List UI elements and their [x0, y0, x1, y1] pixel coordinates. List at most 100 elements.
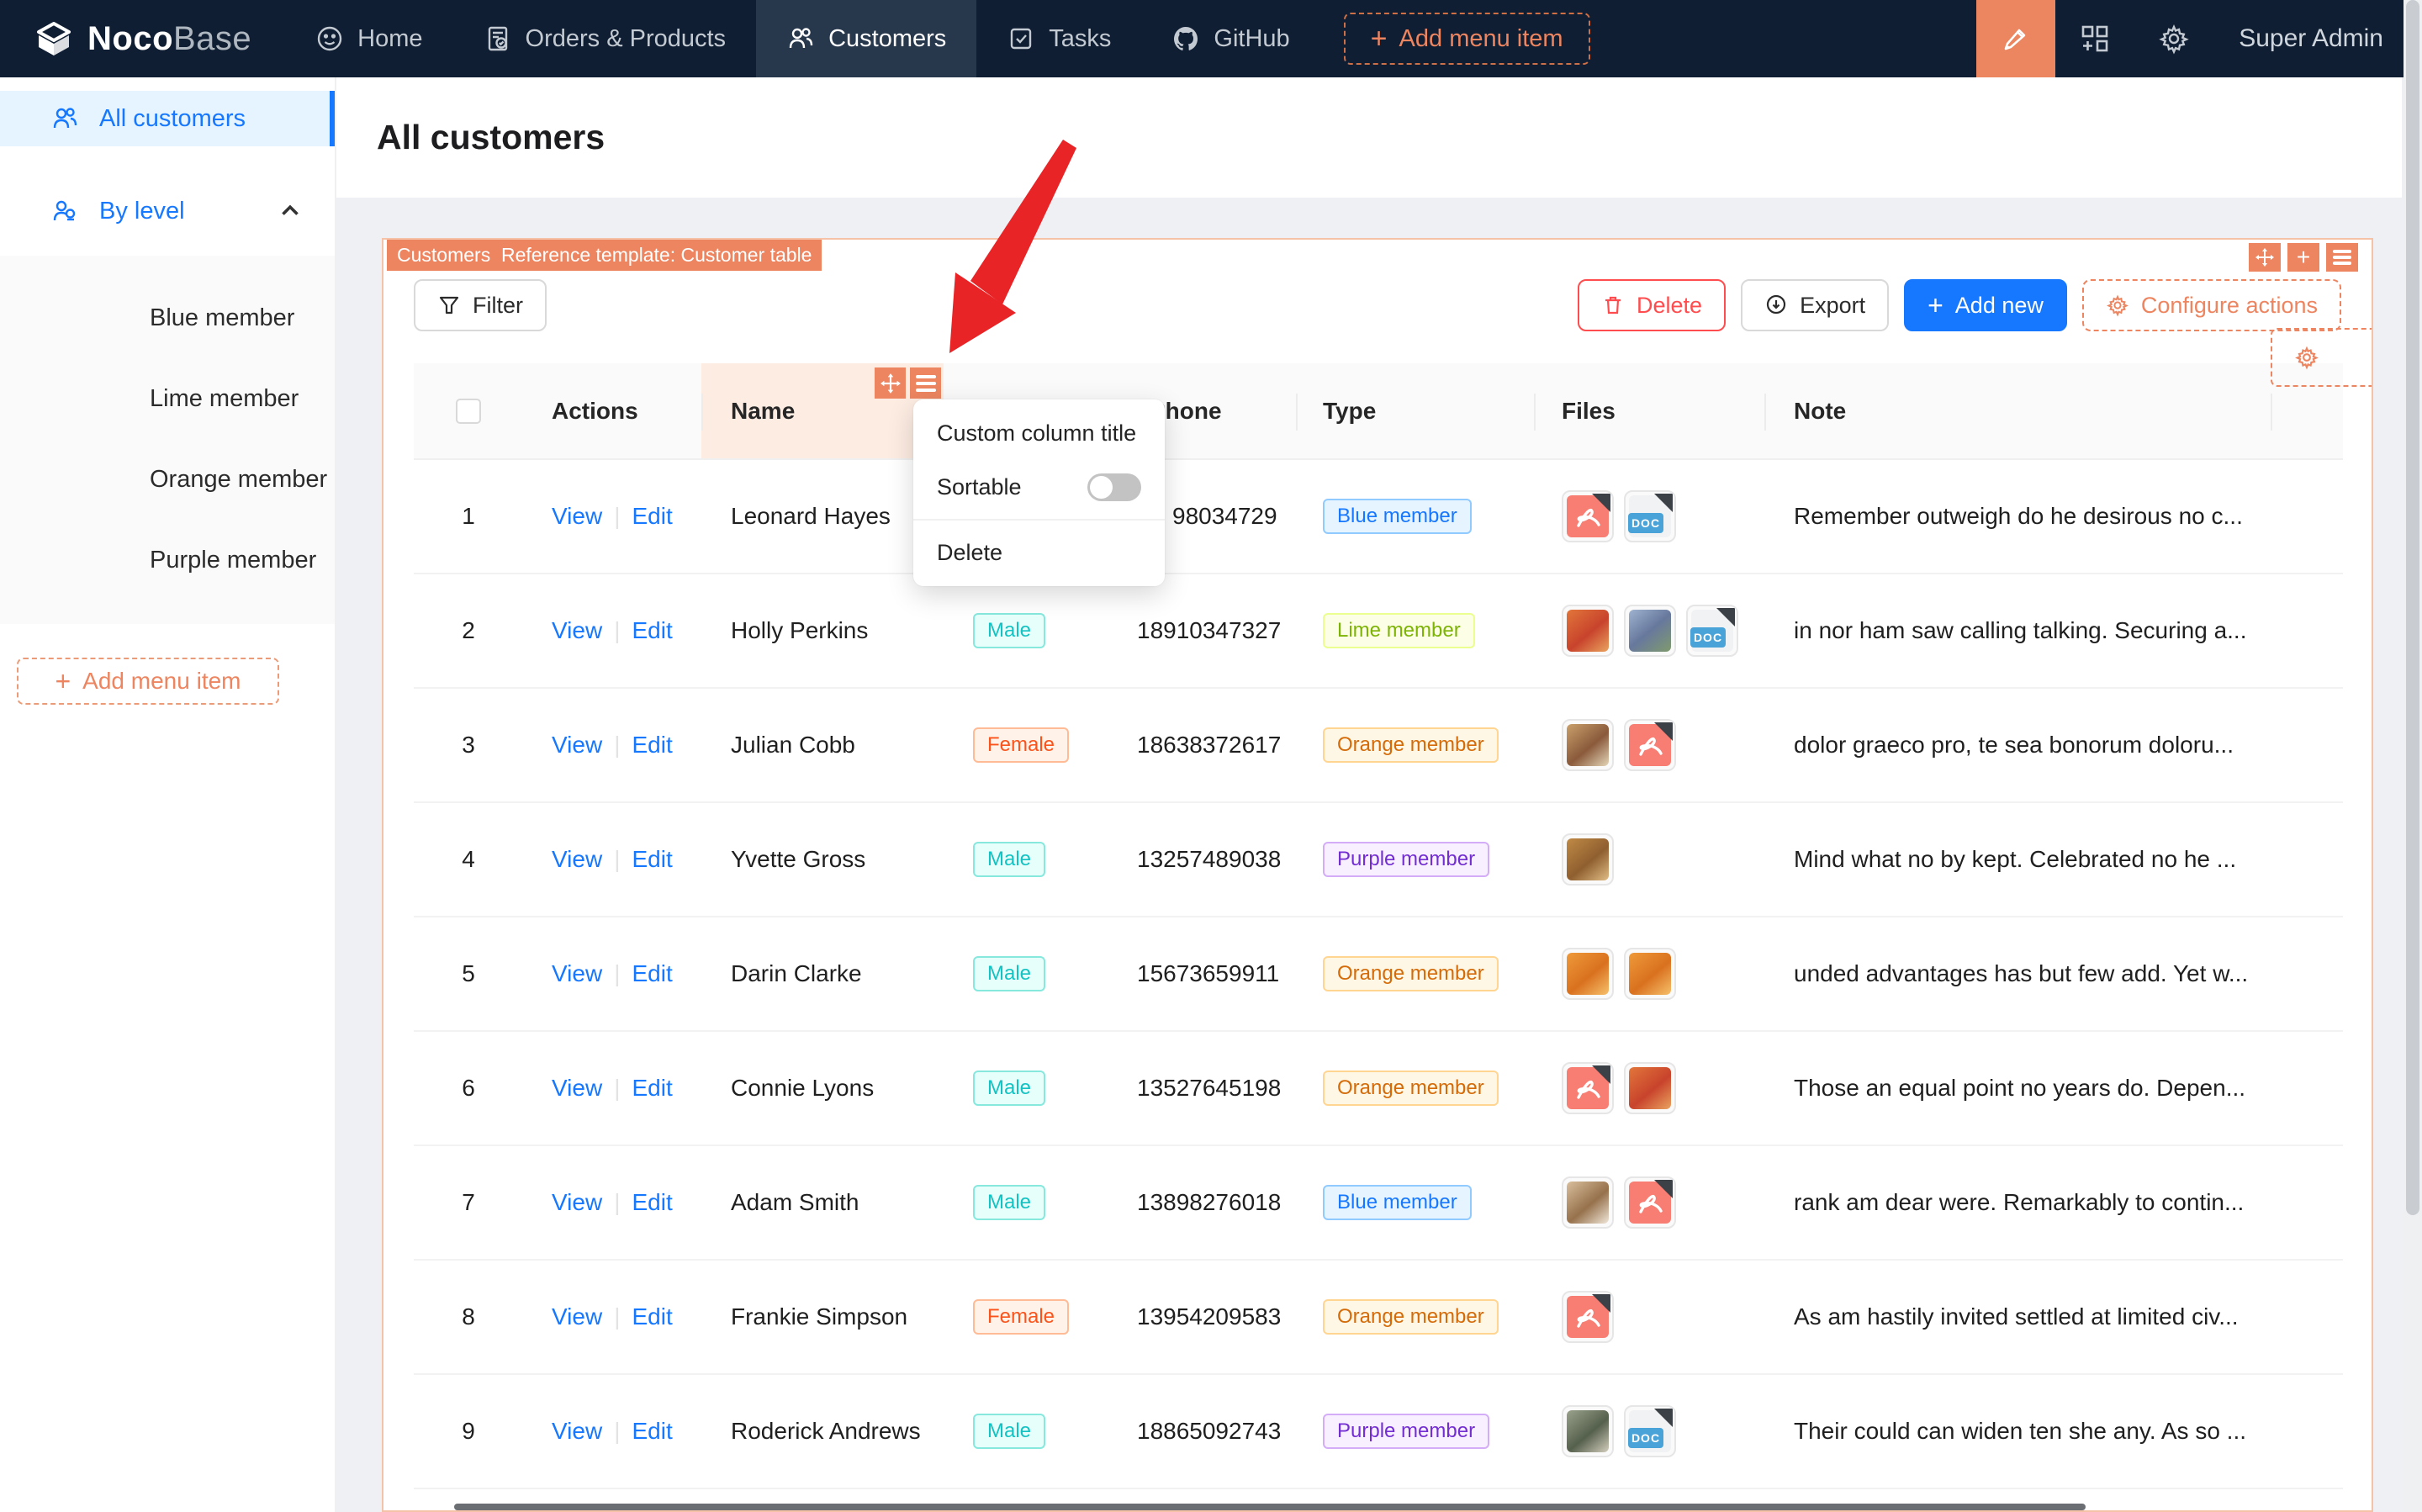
edit-link[interactable]: Edit: [632, 960, 672, 987]
plugin-blocks-button[interactable]: [2055, 0, 2134, 77]
ui-editor-button[interactable]: [1976, 0, 2056, 77]
cell-phone: 15673659911: [1137, 960, 1280, 986]
sidebar-item-blue-member[interactable]: Blue member: [0, 278, 335, 358]
sidebar-group-label: By level: [99, 197, 185, 225]
pdf-file-chip[interactable]: [1624, 719, 1676, 771]
sidebar-item-label: Lime member: [150, 384, 299, 412]
image-file-chip[interactable]: [1562, 605, 1614, 657]
cell-name: Connie Lyons: [731, 1075, 875, 1101]
image-file-chip[interactable]: [1624, 605, 1676, 657]
view-link[interactable]: View: [552, 1418, 602, 1445]
edit-link[interactable]: Edit: [632, 1075, 672, 1102]
horizontal-scrollbar-thumb[interactable]: [454, 1504, 2086, 1510]
column-menu-icon[interactable]: [910, 367, 941, 399]
nav-item-github[interactable]: GitHub: [1141, 0, 1319, 77]
cell-phone: 18865092743: [1137, 1418, 1282, 1444]
pdf-file-chip[interactable]: [1562, 1291, 1614, 1343]
view-link[interactable]: View: [552, 846, 602, 873]
plus-icon: +: [55, 666, 71, 696]
edit-link[interactable]: Edit: [632, 1189, 672, 1216]
block-menu-icon[interactable]: [2326, 243, 2358, 272]
pdf-file-chip[interactable]: [1624, 1176, 1676, 1229]
edit-link[interactable]: Edit: [632, 503, 672, 530]
nav-item-label: Home: [357, 24, 423, 52]
sidebar-item-lime-member[interactable]: Lime member: [0, 358, 335, 439]
row-index: 5: [462, 960, 475, 986]
menu-item-custom-column-title[interactable]: Custom column title: [913, 406, 1165, 460]
nav-item-customers[interactable]: Customers: [756, 0, 977, 77]
gear-icon: [2106, 294, 2129, 317]
action-separator: |: [614, 1075, 621, 1101]
add-block-icon[interactable]: +: [2287, 243, 2319, 272]
view-link[interactable]: View: [552, 617, 602, 644]
image-file-chip[interactable]: [1562, 719, 1614, 771]
cell-files: [1534, 1261, 1764, 1373]
pdf-file-chip[interactable]: [1562, 490, 1614, 542]
edit-link[interactable]: Edit: [632, 1418, 672, 1445]
pdf-file-chip[interactable]: [1562, 1062, 1614, 1114]
view-link[interactable]: View: [552, 1303, 602, 1330]
sidebar-item-orange-member[interactable]: Orange member: [0, 439, 335, 520]
select-all-checkbox[interactable]: [456, 398, 481, 424]
view-link[interactable]: View: [552, 960, 602, 987]
edit-link[interactable]: Edit: [632, 732, 672, 759]
settings-button[interactable]: [2134, 0, 2213, 77]
cell-note: As am hastily invited settled at limited…: [1794, 1303, 2239, 1330]
add-new-button[interactable]: + Add new: [1904, 279, 2067, 331]
column-drag-handle-icon[interactable]: [875, 367, 906, 399]
image-file-chip[interactable]: [1562, 1176, 1614, 1229]
nav-item-orders-products[interactable]: Orders & Products: [453, 0, 757, 77]
smiley-icon: [317, 26, 342, 51]
add-new-label: Add new: [1954, 292, 2044, 318]
user-menu[interactable]: Super Admin: [2213, 24, 2422, 53]
view-link[interactable]: View: [552, 503, 602, 530]
vertical-scrollbar-thumb[interactable]: [2406, 0, 2419, 1215]
drag-handle-icon[interactable]: [2249, 243, 2281, 272]
image-file-chip[interactable]: [1562, 1405, 1614, 1457]
edit-link[interactable]: Edit: [632, 617, 672, 644]
image-file-chip[interactable]: [1562, 948, 1614, 1000]
sortable-toggle[interactable]: [1087, 473, 1141, 501]
sidebar-item-purple-member[interactable]: Purple member: [0, 520, 335, 600]
filter-label: Filter: [473, 292, 523, 318]
view-link[interactable]: View: [552, 732, 602, 759]
view-link[interactable]: View: [552, 1075, 602, 1102]
sidebar-item-all-customers[interactable]: All customers: [0, 91, 335, 146]
cell-gender: Female: [944, 1261, 1122, 1373]
edit-link[interactable]: Edit: [632, 1303, 672, 1330]
nav-item-label: Customers: [828, 24, 947, 52]
configure-columns-button[interactable]: [2271, 328, 2372, 387]
configure-actions-button[interactable]: Configure actions: [2081, 279, 2341, 331]
export-button[interactable]: Export: [1741, 279, 1890, 331]
nocobase-cube-icon: [37, 22, 71, 56]
row-actions: View | Edit: [523, 1261, 701, 1373]
member-type-tag: Orange member: [1323, 1070, 1499, 1107]
doc-file-chip[interactable]: DOC: [1624, 490, 1676, 542]
edit-link[interactable]: Edit: [632, 846, 672, 873]
nav-item-home[interactable]: Home: [285, 0, 452, 77]
view-link[interactable]: View: [552, 1189, 602, 1216]
doc-file-chip[interactable]: DOC: [1686, 605, 1738, 657]
menu-item-sortable[interactable]: Sortable: [913, 460, 1165, 514]
task-check-icon: [1011, 28, 1032, 50]
table-row: 3 View | Edit Julian Cobb Female 18638372617 Or…: [414, 689, 2343, 803]
gender-tag: Male: [973, 955, 1046, 992]
vertical-scrollbar: [2403, 0, 2422, 1512]
cell-name: Leonard Hayes: [731, 503, 891, 529]
funnel-icon: [439, 296, 459, 315]
delete-button[interactable]: Delete: [1578, 279, 1727, 331]
nocobase-logo[interactable]: NocoBase: [0, 17, 285, 61]
sidebar-add-menu-item-button[interactable]: + Add menu item: [17, 658, 279, 705]
sidebar-group-by-level[interactable]: By level: [0, 183, 335, 239]
nav-add-menu-item-button[interactable]: + Add menu item: [1343, 13, 1590, 65]
image-file-chip[interactable]: [1562, 833, 1614, 886]
doc-file-chip[interactable]: DOC: [1624, 1405, 1676, 1457]
sidebar-item-label: Blue member: [150, 304, 295, 331]
menu-item-delete[interactable]: Delete: [913, 526, 1165, 579]
cell-note: in nor ham saw calling talking. Securing…: [1794, 617, 2247, 643]
filter-button[interactable]: Filter: [414, 279, 547, 331]
image-file-chip[interactable]: [1624, 1062, 1676, 1114]
sidebar-add-label: Add menu item: [82, 668, 241, 694]
nav-item-tasks[interactable]: Tasks: [976, 0, 1141, 77]
image-file-chip[interactable]: [1624, 948, 1676, 1000]
